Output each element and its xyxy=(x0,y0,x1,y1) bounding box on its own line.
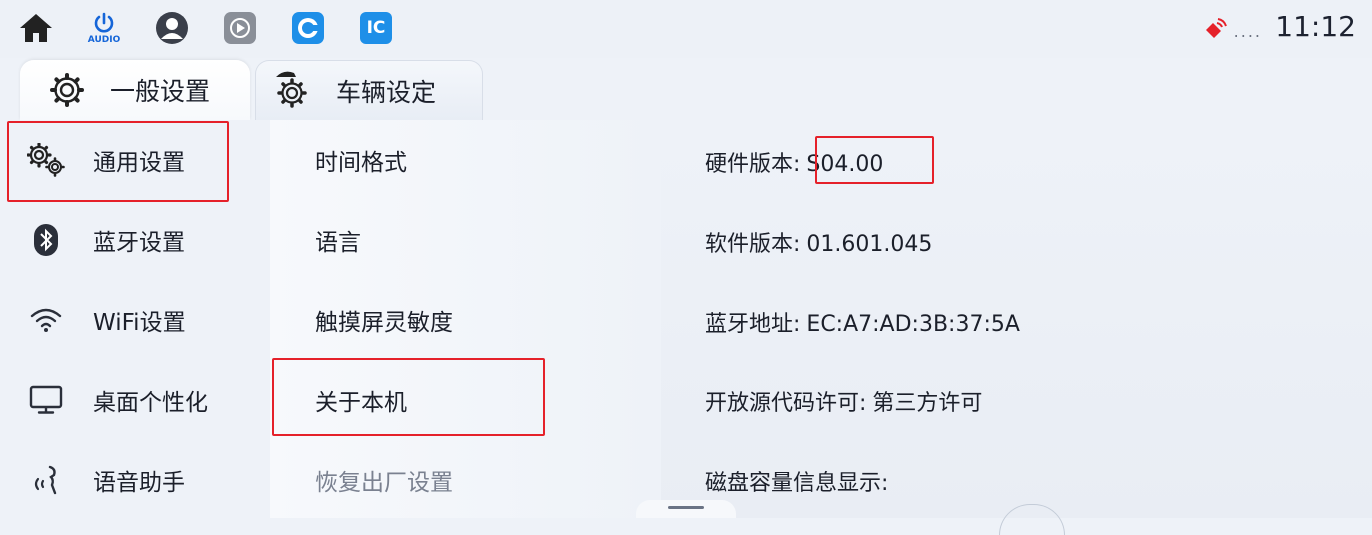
tab-vehicle-settings-label: 车辆设定 xyxy=(336,77,437,107)
menu-item-language[interactable]: 语言 xyxy=(270,200,661,280)
status-bar: AUDIO IC .... 11:12 xyxy=(0,0,1372,58)
monitor-icon xyxy=(26,380,66,420)
highlight-general-settings xyxy=(7,121,229,202)
car-gear-icon xyxy=(272,69,316,115)
third-party-license-link[interactable]: 第三方许可 xyxy=(872,391,982,416)
menu-item-label: 桌面个性化 xyxy=(93,390,208,416)
menu-item-wifi[interactable]: WiFi设置 xyxy=(0,280,270,360)
ic-app-label: IC xyxy=(366,18,386,38)
home-icon[interactable] xyxy=(16,8,56,48)
about-device-panel: 硬件版本: S04.00 软件版本: 01.601.045 蓝牙地址: EC:A7:A… xyxy=(661,120,1372,535)
highlight-about-device xyxy=(272,358,545,436)
menu-item-touch-sensitivity[interactable]: 触摸屏灵敏度 xyxy=(270,280,661,360)
menu-item-factory-reset[interactable]: 恢复出厂设置 xyxy=(270,440,661,520)
ic-app-icon[interactable]: IC xyxy=(356,8,396,48)
menu-item-label: 时间格式 xyxy=(315,150,407,176)
tab-general-settings[interactable]: 一般设置 xyxy=(20,60,250,120)
audio-label: AUDIO xyxy=(87,34,121,45)
menu-item-label: 蓝牙设置 xyxy=(93,230,185,256)
menu-item-label: 恢复出厂设置 xyxy=(315,470,453,496)
disk-capacity-row: 磁盘容量信息显示: xyxy=(705,465,888,497)
bluetooth-address-label: 蓝牙地址: xyxy=(705,312,801,337)
user-profile-icon[interactable] xyxy=(152,8,192,48)
menu-item-bluetooth[interactable]: 蓝牙设置 xyxy=(0,200,270,280)
software-version-row: 软件版本: 01.601.045 xyxy=(705,226,932,258)
voice-assistant-icon xyxy=(26,460,66,500)
menu-item-voice[interactable]: 语音助手 xyxy=(0,440,270,520)
status-dots: .... xyxy=(1233,22,1262,41)
bluetooth-address-row: 蓝牙地址: EC:A7:AD:3B:37:5A xyxy=(705,306,1020,338)
open-source-license-row[interactable]: 开放源代码许可: 第三方许可 xyxy=(705,385,982,417)
tab-general-settings-label: 一般设置 xyxy=(110,77,211,106)
general-settings-list: 时间格式 语言 触摸屏灵敏度 关于本机 恢复出厂设置 xyxy=(270,120,661,518)
hardware-version-label: 硬件版本: xyxy=(705,152,801,177)
bluetooth-address-value: EC:A7:AD:3B:37:5A xyxy=(806,312,1020,337)
gear-icon xyxy=(50,73,84,111)
wifi-icon xyxy=(26,300,66,340)
menu-item-label: WiFi设置 xyxy=(93,310,186,336)
bluetooth-icon xyxy=(26,220,66,260)
app-blue-icon[interactable] xyxy=(288,8,328,48)
no-signal-icon xyxy=(1203,16,1229,40)
tab-bar: 一般设置 车辆设定 xyxy=(0,58,1372,120)
menu-item-label: 触摸屏灵敏度 xyxy=(315,310,453,336)
menu-item-time-format[interactable]: 时间格式 xyxy=(270,120,661,200)
audio-power-icon[interactable]: AUDIO xyxy=(84,8,124,48)
menu-item-label: 语音助手 xyxy=(93,470,185,496)
disk-capacity-chart xyxy=(999,504,1065,535)
open-source-license-label: 开放源代码许可: xyxy=(705,391,867,416)
highlight-hardware-version xyxy=(815,136,934,184)
tab-vehicle-settings[interactable]: 车辆设定 xyxy=(255,60,483,120)
pull-up-handle[interactable] xyxy=(636,500,736,518)
menu-item-desktop[interactable]: 桌面个性化 xyxy=(0,360,270,440)
disk-capacity-label: 磁盘容量信息显示: xyxy=(705,471,889,496)
menu-item-label: 语言 xyxy=(315,230,361,256)
software-version-label: 软件版本: xyxy=(705,232,801,257)
clock: 11:12 xyxy=(1275,10,1356,43)
video-player-icon[interactable] xyxy=(220,8,260,48)
software-version-value: 01.601.045 xyxy=(806,232,933,257)
